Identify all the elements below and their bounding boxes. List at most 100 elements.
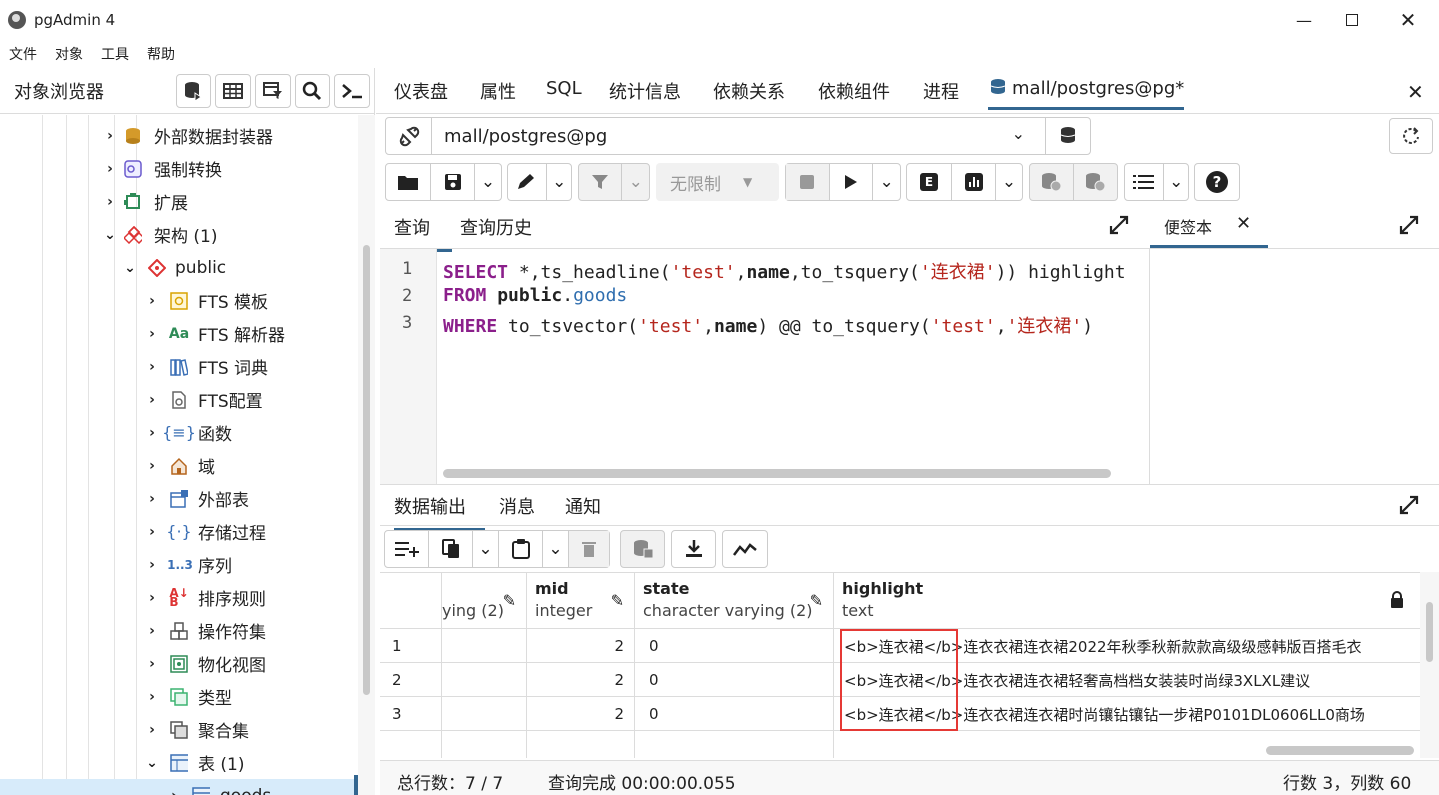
save-options-button[interactable]: ⌄ [475, 164, 501, 200]
table-cell[interactable] [527, 731, 635, 758]
table-cell[interactable]: 2 [527, 697, 635, 731]
tab-statistics[interactable]: 统计信息 [609, 78, 681, 104]
rollback-button[interactable] [1074, 164, 1118, 200]
grid-horizontal-scrollbar[interactable] [1266, 746, 1414, 755]
edit-column-icon[interactable]: ✎ [810, 591, 823, 610]
fts-config-icon [170, 390, 188, 409]
tree-item-goods[interactable]: ›goods [0, 779, 358, 795]
table-cell[interactable] [442, 629, 527, 663]
filter-button[interactable] [579, 164, 623, 200]
query-tool-button[interactable] [175, 73, 212, 108]
column-header[interactable]: ying (2) ✎ [442, 573, 527, 629]
row-number [380, 731, 442, 758]
column-header-mid[interactable]: mid integer ✎ [527, 573, 635, 629]
copy-options-button[interactable]: ⌄ [473, 531, 499, 567]
open-file-button[interactable] [386, 164, 431, 200]
tab-query-history[interactable]: 查询历史 [460, 214, 532, 240]
refresh-button[interactable] [1389, 118, 1433, 154]
total-rows: 总行数：7 / 7 [397, 774, 504, 794]
menu-object[interactable]: 对象 [55, 44, 83, 64]
macros-button[interactable] [1125, 164, 1165, 200]
minimize-button[interactable]: — [1281, 0, 1327, 40]
macros-options-button[interactable]: ⌄ [1164, 164, 1188, 200]
object-tree: › 外部数据封装器 › 强制转换 › 扩展 ⌄ 架构 (1) ⌄ public › FTS … [0, 115, 358, 795]
connection-status-icon[interactable] [386, 118, 432, 154]
menu-help[interactable]: 帮助 [147, 44, 175, 64]
expand-editor-icon[interactable] [1109, 215, 1129, 240]
tab-query-tool[interactable]: mall/postgres@pg* [988, 78, 1185, 110]
table-cell[interactable]: 0 [635, 629, 834, 663]
edit-options-button[interactable]: ⌄ [547, 164, 571, 200]
tab-dependents[interactable]: 依赖组件 [818, 78, 890, 104]
connection-selector[interactable]: mall/postgres@pg ⌄ [385, 117, 1091, 155]
stop-button[interactable] [786, 164, 830, 200]
copy-button[interactable] [429, 531, 473, 567]
tab-messages[interactable]: 消息 [499, 493, 535, 519]
scratch-pad-area[interactable] [1150, 248, 1439, 484]
execute-toolbar: ⌄ [785, 163, 901, 201]
close-scratch-icon[interactable]: ✕ [1236, 213, 1251, 234]
psql-tool-button[interactable] [334, 73, 370, 108]
object-browser: 对象浏览器 › 外部数据封装器 › 强制转换 › 扩展 ⌄ 架构 (1) ⌄ public… [0, 68, 375, 795]
search-objects-button[interactable] [294, 73, 331, 108]
expand-output-icon[interactable] [1399, 495, 1419, 520]
tab-processes[interactable]: 进程 [923, 78, 959, 104]
download-button[interactable] [671, 530, 716, 568]
tab-scratch-pad[interactable]: 便签本 ✕ [1150, 206, 1268, 248]
maximize-button[interactable] [1329, 0, 1375, 40]
table-cell[interactable] [635, 731, 834, 758]
table-cell[interactable]: 2 [527, 629, 635, 663]
column-header-state[interactable]: state character varying (2) ✎ [635, 573, 834, 629]
browser-scrollbar[interactable] [358, 115, 375, 795]
execute-options-button[interactable]: ⌄ [873, 164, 900, 200]
tab-dashboard[interactable]: 仪表盘 [394, 78, 448, 104]
table-cell[interactable] [442, 697, 527, 731]
table-cell[interactable] [442, 731, 527, 758]
table-cell[interactable]: 0 [635, 663, 834, 697]
edit-column-icon[interactable]: ✎ [611, 591, 624, 610]
execute-button[interactable] [830, 164, 874, 200]
paste-options-button[interactable]: ⌄ [543, 531, 569, 567]
code-line-1: SELECT *,ts_headline('test',name,to_tsqu… [443, 262, 1126, 283]
explain-options-button[interactable]: ⌄ [996, 164, 1022, 200]
table-cell[interactable]: 2 [527, 663, 635, 697]
close-window-button[interactable]: ✕ [1385, 0, 1431, 40]
edit-column-icon[interactable]: ✎ [503, 591, 516, 610]
table-cell[interactable] [442, 663, 527, 697]
commit-button[interactable] [1030, 164, 1074, 200]
grid-vertical-scrollbar[interactable] [1420, 572, 1439, 758]
tab-sql[interactable]: SQL [546, 78, 582, 99]
tab-properties[interactable]: 属性 [480, 78, 516, 104]
type-icon [170, 687, 188, 706]
close-tab-button[interactable]: ✕ [1407, 80, 1424, 104]
editor-horizontal-scrollbar[interactable] [443, 469, 1111, 478]
expand-scratch-icon[interactable] [1399, 215, 1419, 240]
graph-visualiser-button[interactable] [722, 530, 768, 568]
explain-button[interactable]: E [907, 164, 952, 200]
filtered-rows-button[interactable] [254, 73, 291, 108]
row-number: 3 [380, 697, 442, 731]
column-header-highlight[interactable]: highlight text [834, 573, 1420, 629]
filter-options-button[interactable]: ⌄ [622, 164, 649, 200]
limit-select[interactable]: 无限制 ▼ [656, 163, 779, 201]
macros-toolbar: ⌄ [1124, 163, 1189, 201]
tab-dependencies[interactable]: 依赖关系 [713, 78, 785, 104]
menu-file[interactable]: 文件 [9, 44, 37, 64]
tab-data-output[interactable]: 数据输出 [394, 493, 485, 531]
help-button[interactable]: ? [1194, 163, 1240, 201]
tab-query[interactable]: 查询 [394, 214, 452, 252]
view-data-button[interactable] [215, 73, 251, 108]
delete-button[interactable] [569, 531, 609, 567]
new-connection-button[interactable] [1046, 118, 1090, 154]
save-data-button[interactable] [620, 530, 665, 568]
menu-tools[interactable]: 工具 [101, 44, 129, 64]
sql-editor[interactable]: 1 2 3 SELECT *,ts_headline('test',name,t… [380, 248, 1150, 485]
edit-button[interactable] [508, 164, 548, 200]
explain-analyze-button[interactable] [952, 164, 996, 200]
table-cell[interactable]: 0 [635, 697, 834, 731]
paste-button[interactable] [499, 531, 543, 567]
table-row[interactable] [380, 731, 1420, 758]
add-row-button[interactable] [385, 531, 429, 567]
save-file-button[interactable] [431, 164, 475, 200]
tab-notifications[interactable]: 通知 [565, 493, 601, 519]
